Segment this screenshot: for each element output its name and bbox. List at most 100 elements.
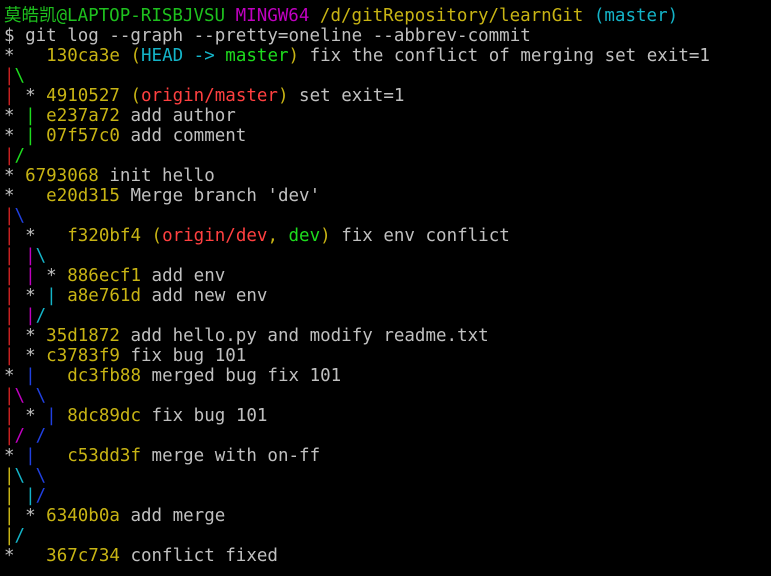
terminal-text-segment: 886ecf1: [67, 266, 152, 286]
command-line: $ git log --graph --pretty=oneline --abb…: [4, 26, 771, 46]
terminal-text-segment: add comment: [130, 126, 247, 146]
git-log-line: |\ \: [4, 386, 771, 406]
terminal-text-segment: 130ca3e: [46, 46, 131, 66]
terminal-text-segment: \: [35, 466, 47, 486]
terminal-text-segment: |: [4, 206, 15, 226]
terminal-text-segment: /: [35, 306, 47, 326]
terminal-text-segment: *: [4, 126, 26, 146]
terminal-text-segment: merged bug fix 101: [151, 366, 342, 386]
git-log-line: * | e237a72 add author: [4, 106, 771, 126]
git-log-line: | |/: [4, 306, 771, 326]
terminal-text-segment: |: [4, 326, 26, 346]
terminal-text-segment: fix bug 101: [130, 346, 247, 366]
git-log-line: * | dc3fb88 merged bug fix 101: [4, 366, 771, 386]
terminal-text-segment: |: [4, 86, 26, 106]
terminal-text-segment: \: [35, 386, 47, 406]
terminal-text-segment: *: [25, 506, 47, 526]
terminal-text-segment: 367c734: [46, 546, 131, 566]
terminal-text-segment: e20d315: [46, 186, 131, 206]
terminal-text-segment: *: [25, 86, 47, 106]
terminal-text-segment: (: [130, 86, 141, 106]
terminal-text-segment: *: [25, 406, 47, 426]
terminal-text-segment: 4910527: [46, 86, 131, 106]
terminal-text-segment: origin/dev: [162, 226, 268, 246]
terminal-text-segment: conflict fixed: [130, 546, 278, 566]
terminal-text-segment: \: [14, 466, 36, 486]
terminal-text-segment: Merge branch 'dev': [130, 186, 321, 206]
terminal-text-segment: |: [25, 106, 47, 126]
terminal-text-segment: |: [4, 526, 15, 546]
terminal-text-segment: init hello: [109, 166, 215, 186]
terminal-text-segment: 8dc89dc: [67, 406, 152, 426]
git-log-line: |\: [4, 66, 771, 86]
terminal-text-segment: add merge: [130, 506, 226, 526]
terminal-text-segment: e237a72: [46, 106, 131, 126]
terminal-text-segment: \: [14, 386, 36, 406]
terminal-text-segment: ): [277, 86, 289, 106]
git-log-line: |\ \: [4, 466, 771, 486]
terminal-text-segment: 莫皓凯@LAPTOP-RISBJVSU: [4, 6, 236, 26]
git-log-line: | |/: [4, 486, 771, 506]
git-log-line: |\: [4, 206, 771, 226]
terminal-text-segment: \: [14, 66, 26, 86]
git-log-line: | |\: [4, 246, 771, 266]
terminal-text-segment: \: [35, 246, 47, 266]
git-log-line: | * | a8e761d add new env: [4, 286, 771, 306]
terminal-text-segment: 35d1872: [46, 326, 131, 346]
terminal-text-segment: |: [4, 246, 26, 266]
terminal-text-segment: *: [4, 546, 47, 566]
terminal-text-segment: dev: [288, 226, 321, 246]
terminal-text-segment: \: [14, 206, 26, 226]
terminal-text-segment: |: [46, 406, 68, 426]
terminal-text-segment: origin/master: [141, 86, 278, 106]
terminal-text-segment: fix the conflict of merging set exit=1: [299, 46, 710, 66]
terminal-text-segment: /: [35, 486, 47, 506]
terminal-text-segment: f320bf4: [67, 226, 152, 246]
terminal-text-segment: /: [14, 526, 26, 546]
terminal-text-segment: |: [4, 346, 26, 366]
terminal-text-segment: ,: [267, 226, 289, 246]
git-log-line: | * 6340b0a add merge: [4, 506, 771, 526]
terminal-text-segment: /: [14, 426, 36, 446]
terminal-text-segment: 07f57c0: [46, 126, 131, 146]
terminal-text-segment: |: [4, 506, 26, 526]
git-log-line: | * 35d1872 add hello.py and modify read…: [4, 326, 771, 346]
terminal-text-segment: |: [4, 426, 15, 446]
git-log-line: | * 4910527 (origin/master) set exit=1: [4, 86, 771, 106]
git-log-line: |/: [4, 526, 771, 546]
terminal-text-segment: *: [4, 366, 26, 386]
terminal-text-segment: |: [4, 466, 15, 486]
git-log-line: * | 07f57c0 add comment: [4, 126, 771, 146]
terminal-text-segment: *: [25, 286, 47, 306]
terminal-text-segment: |: [4, 486, 26, 506]
terminal-text-segment: add author: [130, 106, 236, 126]
terminal-text-segment: a8e761d: [67, 286, 152, 306]
terminal-text-segment: |: [25, 126, 47, 146]
terminal-text-segment: add env: [151, 266, 226, 286]
terminal-text-segment: *: [4, 166, 26, 186]
terminal-text-segment: |: [25, 266, 47, 286]
git-log-line: * e20d315 Merge branch 'dev': [4, 186, 771, 206]
terminal-text-segment: dc3fb88: [67, 366, 152, 386]
git-log-line: * 367c734 conflict fixed: [4, 546, 771, 566]
terminal-text-segment: *: [25, 226, 68, 246]
terminal-text-segment: /d/gitRepository/learnGit: [319, 6, 594, 26]
terminal-text-segment: fix env conflict: [330, 226, 510, 246]
terminal-window[interactable]: 莫皓凯@LAPTOP-RISBJVSU MINGW64 /d/gitReposi…: [0, 0, 771, 576]
prompt-line: 莫皓凯@LAPTOP-RISBJVSU MINGW64 /d/gitReposi…: [4, 6, 771, 26]
terminal-text-segment: /: [35, 426, 47, 446]
terminal-text-segment: |: [4, 66, 15, 86]
terminal-text-segment: $ git log --graph --pretty=oneline --abb…: [4, 26, 531, 46]
terminal-text-segment: |: [25, 366, 68, 386]
terminal-text-segment: master: [225, 46, 289, 66]
terminal-text-segment: |: [4, 306, 26, 326]
terminal-text-segment: |: [4, 226, 26, 246]
terminal-text-segment: c53dd3f: [67, 446, 152, 466]
terminal-text-segment: (master): [593, 6, 679, 26]
terminal-text-segment: *: [4, 106, 26, 126]
terminal-text-segment: |: [4, 266, 26, 286]
terminal-text-segment: |: [25, 486, 36, 506]
git-log-line: * 6793068 init hello: [4, 166, 771, 186]
terminal-text-segment: |: [4, 386, 15, 406]
terminal-text-segment: 6793068: [25, 166, 110, 186]
